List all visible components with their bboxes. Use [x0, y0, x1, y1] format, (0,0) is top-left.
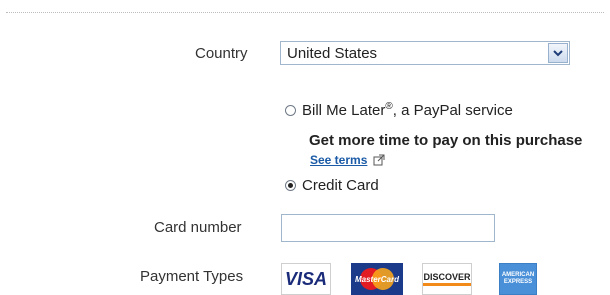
country-label: Country: [195, 45, 248, 62]
credit-card-option[interactable]: Credit Card: [285, 177, 379, 194]
card-number-input[interactable]: [281, 214, 495, 242]
bill-me-later-promo: Get more time to pay on this purchase: [309, 132, 583, 149]
see-terms-link[interactable]: See terms: [310, 153, 385, 167]
country-select-value: United States: [287, 45, 378, 62]
svg-text:MasterCard: MasterCard: [355, 275, 400, 284]
mastercard-logo: MasterCard: [351, 263, 403, 295]
discover-logo: DISCOVER: [422, 263, 472, 295]
card-number-label: Card number: [154, 219, 242, 236]
bill-me-later-radio[interactable]: [285, 104, 296, 116]
payment-types-label: Payment Types: [140, 268, 244, 285]
top-divider: [6, 12, 604, 13]
visa-logo: VISA: [281, 263, 331, 295]
external-link-icon: [373, 154, 385, 166]
bill-me-later-option[interactable]: Bill Me Later®, a PayPal service: [285, 101, 513, 119]
bill-me-later-label: Bill Me Later®, a PayPal service: [302, 101, 513, 119]
credit-card-radio[interactable]: [285, 180, 296, 191]
chevron-down-icon[interactable]: [548, 43, 568, 63]
credit-card-label: Credit Card: [302, 177, 379, 194]
country-select[interactable]: United States: [280, 41, 570, 65]
amex-logo: AMERICAN EXPRESS: [499, 263, 537, 295]
